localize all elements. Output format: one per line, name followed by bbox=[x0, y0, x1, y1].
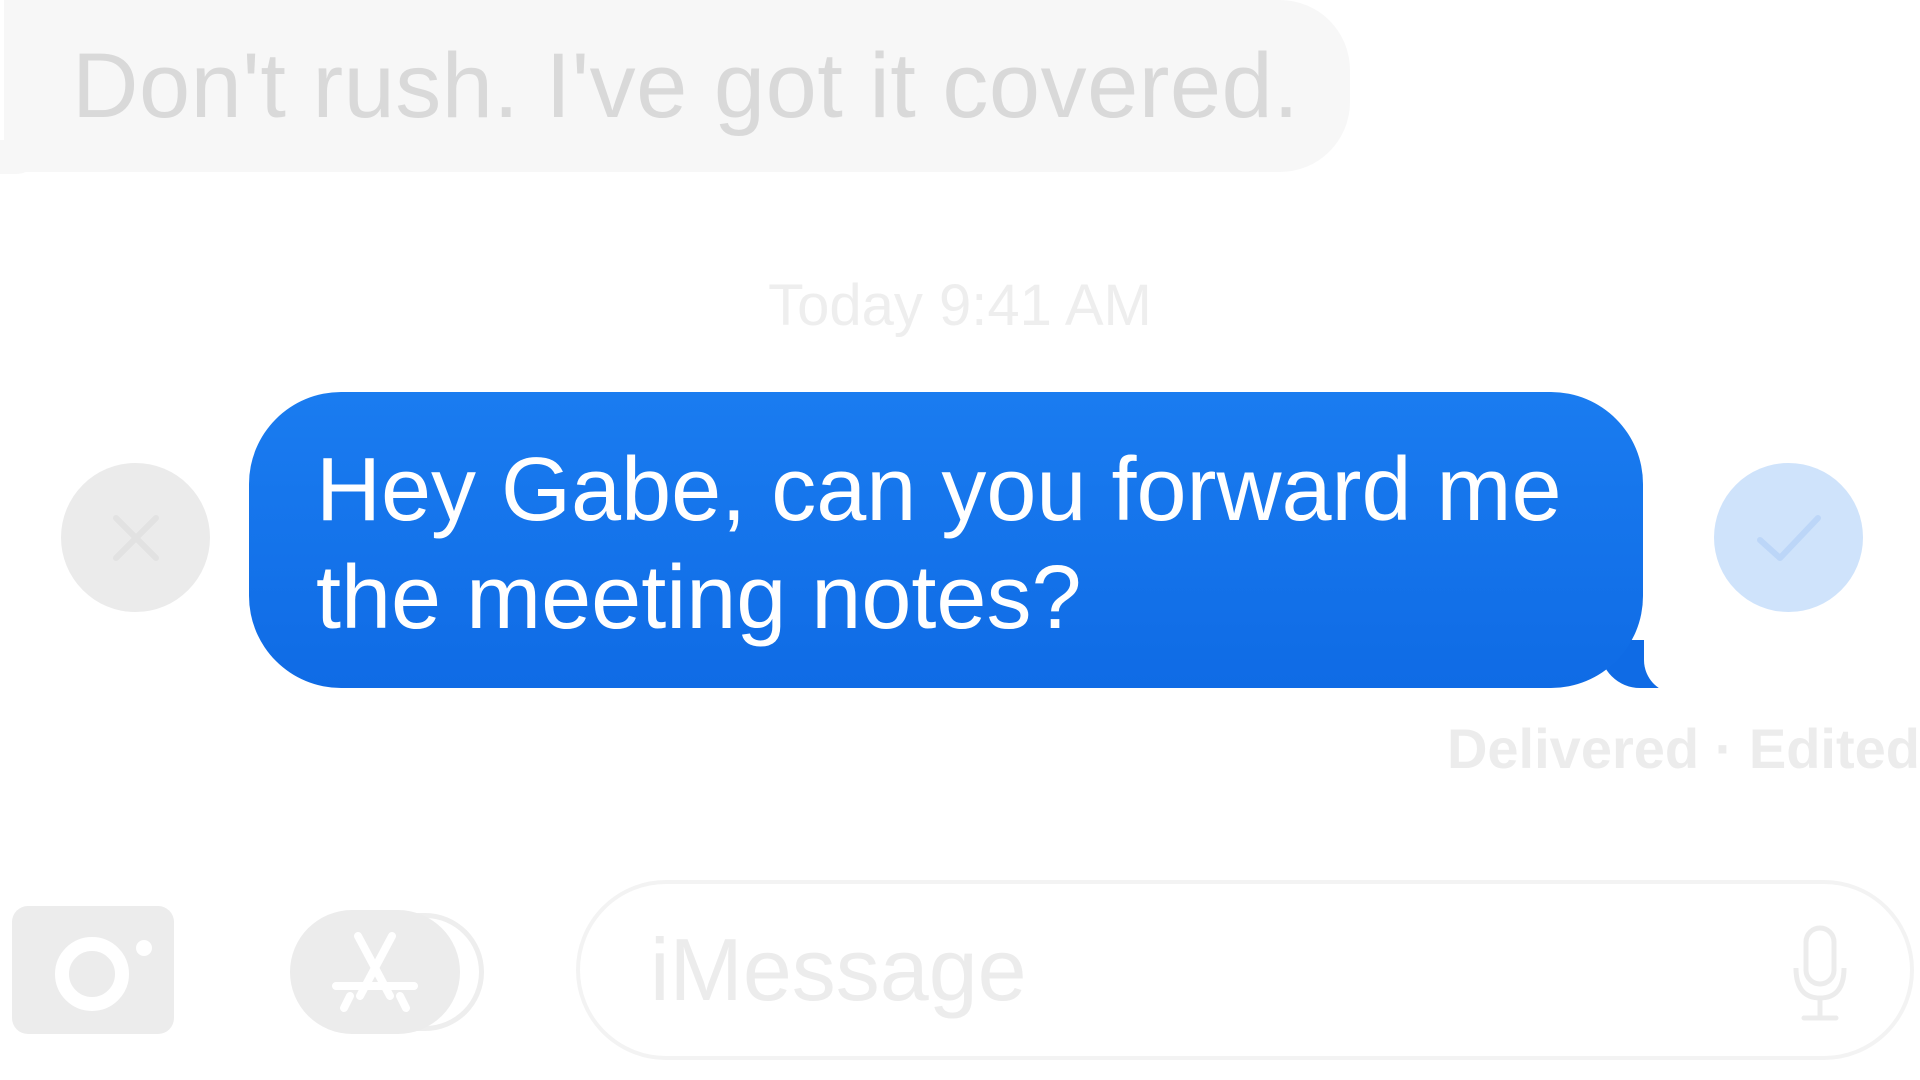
camera-button[interactable] bbox=[12, 906, 174, 1034]
checkmark-icon bbox=[1756, 514, 1821, 561]
app-store-button[interactable] bbox=[290, 910, 460, 1034]
microphone-icon bbox=[1793, 925, 1847, 1021]
messages-screen: Don't rush. I've got it covered. Today 9… bbox=[0, 0, 1920, 1080]
camera-icon bbox=[55, 937, 152, 1011]
delivery-status: Delivered · Edited bbox=[1446, 717, 1920, 780]
app-store-icon bbox=[332, 932, 418, 1012]
outgoing-message-line: Hey Gabe, can you forward me bbox=[316, 440, 1562, 540]
outgoing-message-bubble[interactable]: Hey Gabe, can you forward me the meeting… bbox=[249, 392, 1643, 688]
cancel-edit-button[interactable] bbox=[61, 463, 210, 612]
microphone-button[interactable] bbox=[1790, 924, 1850, 1024]
confirm-edit-button[interactable] bbox=[1714, 463, 1863, 612]
message-timestamp: Today 9:41 AM bbox=[768, 273, 1152, 338]
outgoing-message-text[interactable]: Hey Gabe, can you forward me the meeting… bbox=[316, 436, 1583, 652]
message-input[interactable] bbox=[650, 919, 1700, 1021]
incoming-message-bubble[interactable]: Don't rush. I've got it covered. bbox=[4, 0, 1350, 172]
message-input-field[interactable] bbox=[576, 880, 1914, 1060]
outgoing-message-line: the meeting notes? bbox=[316, 548, 1082, 648]
close-icon bbox=[112, 514, 159, 561]
incoming-message-text: Don't rush. I've got it covered. bbox=[72, 35, 1300, 137]
